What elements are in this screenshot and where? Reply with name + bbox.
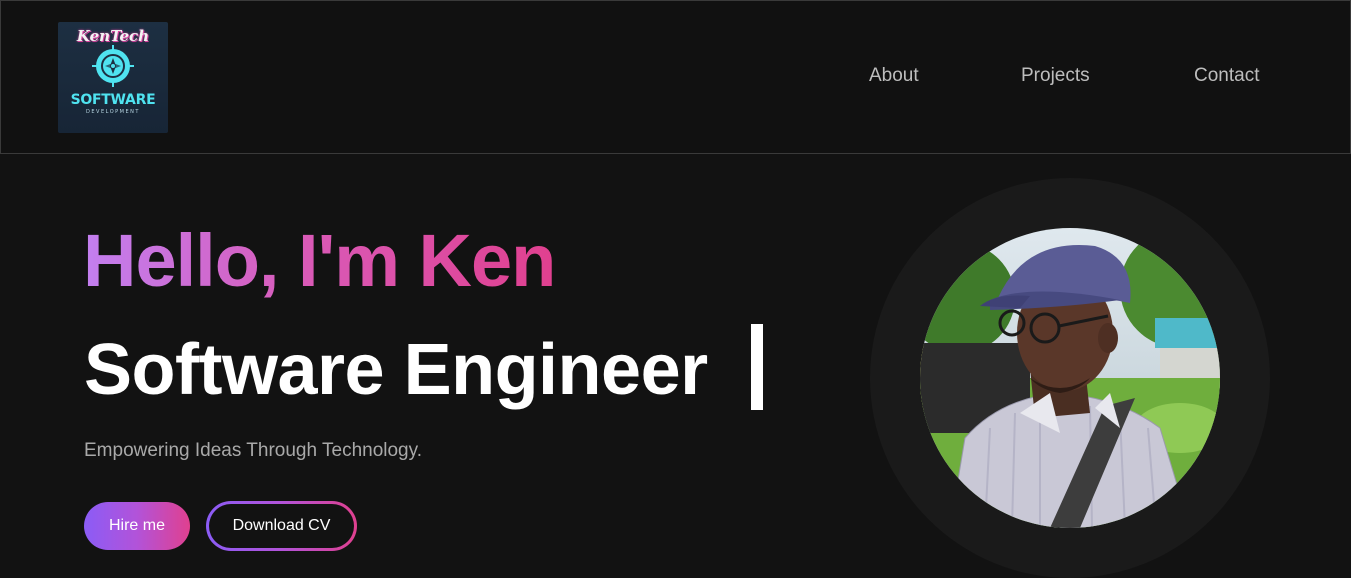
hire-me-button[interactable]: Hire me <box>84 502 190 550</box>
hero-tagline: Empowering Ideas Through Technology. <box>84 440 422 461</box>
download-cv-label: Download CV <box>209 504 354 548</box>
hero-greeting: Hello, I'm Ken <box>83 219 556 302</box>
profile-photo-illustration <box>920 228 1220 528</box>
nav-link-contact[interactable]: Contact <box>1194 65 1259 87</box>
compass-icon <box>92 45 134 87</box>
logo-development-text: DEVELOPMENT <box>86 109 140 115</box>
profile-photo <box>920 228 1220 528</box>
nav-link-projects[interactable]: Projects <box>1021 65 1090 87</box>
download-cv-button[interactable]: Download CV <box>206 501 357 551</box>
logo-script-text: KenTech <box>76 27 150 45</box>
nav-link-about[interactable]: About <box>869 65 919 87</box>
logo[interactable]: KenTech SOFTWARE DEVELOPMENT <box>58 22 168 133</box>
hero-role-typed-text: Software Engineer <box>84 330 708 410</box>
typing-caret <box>751 324 763 410</box>
navbar: KenTech SOFTWARE DEVELOPMENT About Proje… <box>0 0 1351 154</box>
logo-software-text: SOFTWARE <box>70 92 156 108</box>
